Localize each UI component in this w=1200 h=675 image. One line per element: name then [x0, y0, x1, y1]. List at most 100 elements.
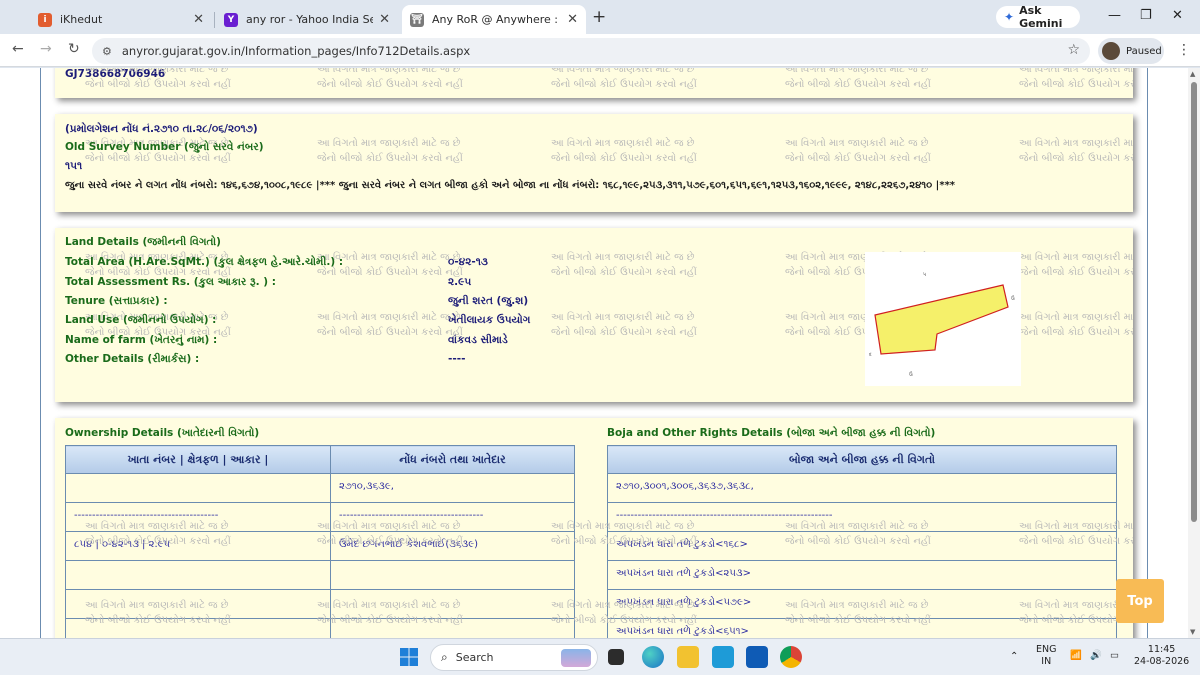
scroll-up-icon[interactable]: ▲ [1190, 70, 1195, 78]
tab-divider [214, 12, 215, 28]
svg-text:ઉ: ઉ [909, 371, 913, 378]
parcel-sketch-icon: પ ઉ દ ઉ [869, 272, 1015, 378]
table-row: અપખંડન ધારા તળે ટુકડો<૧૬૮> [607, 531, 1117, 561]
file-explorer-icon[interactable] [677, 646, 699, 668]
wifi-icon[interactable]: 📶 [1070, 650, 1082, 662]
site-settings-icon[interactable]: ⚙ [102, 45, 112, 58]
minimize-icon[interactable]: — [1108, 8, 1121, 23]
browser-menu-icon[interactable]: ⋮ [1177, 42, 1191, 58]
table-cell: ૨૭૧૦,૩૬૩૯, [330, 473, 575, 503]
taskbar-search-box[interactable]: ⌕ Search [430, 644, 598, 671]
chrome-browser-icon[interactable] [780, 646, 802, 668]
table-cell [65, 618, 331, 638]
land-parcel-map: પ ઉ દ ઉ [865, 252, 1021, 386]
battery-icon[interactable]: ▭ [1110, 650, 1119, 662]
language-indicator[interactable]: ENG IN [1036, 644, 1056, 668]
url-text: anyror.gujarat.gov.in/Information_pages/… [121, 44, 471, 58]
ikhedut-favicon-icon: i [38, 12, 52, 27]
watermark: આ વિગતો માત્ર જાણકારી માટે જ છેજેનો બીજો… [551, 312, 697, 338]
back-arrow-icon[interactable]: ← [12, 41, 24, 57]
gemini-sparkle-icon: ✦ [1004, 10, 1015, 24]
restore-icon[interactable]: ❐ [1140, 8, 1152, 23]
watermark: આ વિગતો માત્ર જાણકારી માટે જ છેજેનો બીજો… [551, 138, 697, 164]
tab-title: any ror - Yahoo India Search Ro [246, 13, 374, 26]
outlook-icon[interactable] [746, 646, 768, 668]
volume-icon[interactable]: 🔊 [1090, 650, 1102, 662]
table-cell: ---------------------------------------- [330, 502, 575, 532]
table-row: અપખંડન ધારા તળે ટુકડો<૨૫૩> [607, 560, 1117, 590]
tab-yahoo-search[interactable]: Y any ror - Yahoo India Search Ro ✕ [216, 5, 398, 34]
watermark: આ વિગતો માત્ર જાણકારી માટે જ છેજેનો બીજો… [551, 252, 697, 278]
profile-status: Paused [1126, 45, 1162, 57]
back-to-top-button[interactable]: Top [1116, 579, 1164, 623]
total-area-value: ૦-૪૨-૧૩ [448, 256, 488, 268]
show-hidden-icons-icon[interactable]: ⌃ [1010, 651, 1018, 663]
tab-title: Any RoR @ Anywhere : [432, 13, 559, 26]
table-row: અપખંડન ધારા તળે ટુકડો<૫૭૯> [607, 589, 1117, 619]
yahoo-favicon-icon: Y [224, 12, 238, 27]
old-survey-label: Old Survey Number (જુનો સરવે નંબર) [65, 141, 264, 153]
watermark: આ વિગતો માત્ર જાણકારી માટે જ છેજેનો બીજો… [317, 68, 463, 90]
close-tab-icon[interactable]: ✕ [567, 12, 578, 27]
close-tab-icon[interactable]: ✕ [379, 12, 390, 27]
assessment-value: ૨.૯૫ [448, 276, 472, 288]
table-row: અપખંડન ધારા તળે ટુકડો<૬૫૧> [607, 618, 1117, 638]
content-frame: GJ738668706946 આ વિગતો માત્ર જાણકારી માટ… [40, 68, 1148, 638]
tab-ikhedut[interactable]: i iKhedut ✕ [30, 5, 212, 34]
column-header-boja: બોજા અને બીજા હક્ક ની વિગતો [607, 445, 1117, 474]
table-cell [65, 560, 331, 590]
column-header-khata: ખાતા નંબર | ક્ષેત્રફળ | આકાર | [65, 445, 331, 474]
table-cell [330, 560, 575, 590]
system-clock[interactable]: 11:45 24-08-2026 [1134, 644, 1189, 668]
scrollbar-thumb[interactable] [1191, 82, 1197, 522]
watermark: આ વિગતો માત્ર જાણકારી માટે જ છેજેનો બીજો… [785, 68, 931, 90]
watermark: આ વિગતો માત્ર જાણકારી માટે જ છેજેનો બીજો… [1019, 312, 1133, 338]
watermark: આ વિગતો માત્ર જાણકારી માટે જ છેજેનો બીજો… [1019, 68, 1133, 90]
table-cell: અપખંડન ધારા તળે ટુકડો<૬૫૧> [607, 618, 1117, 638]
assessment-label: Total Assessment Rs. (કુલ આકાર રૂ. ) : [65, 276, 276, 288]
address-bar[interactable]: ⚙ anyror.gujarat.gov.in/Information_page… [92, 38, 1090, 64]
profile-button[interactable]: Paused [1098, 38, 1164, 64]
forward-arrow-icon[interactable]: → [40, 41, 52, 57]
promulgation-note: (પ્રમોલગેશન નોંધ નં.૨૭૧૦ તા.૨૮/૦૬/૨૦૧૭) [65, 123, 258, 135]
windows-start-icon[interactable] [398, 646, 420, 668]
tab-anyror[interactable]: ⛩ Any RoR @ Anywhere : ✕ [402, 5, 586, 34]
tab-title: iKhedut [60, 13, 103, 26]
edge-browser-icon[interactable] [642, 646, 664, 668]
svg-text:દ: દ [869, 352, 872, 358]
land-details-panel: આ વિગતો માત્ર જાણકારી માટે જ છે જેનો બીજો… [55, 228, 1133, 402]
browser-toolbar: ← → ↻ ⚙ anyror.gujarat.gov.in/Informatio… [0, 34, 1200, 67]
watermark: આ વિગતો માત્ર જાણકારી માટે જ છેજેનો બીજો… [551, 68, 697, 90]
ask-gemini-button[interactable]: ✦ Ask Gemini [996, 4, 1080, 30]
bookmark-star-icon[interactable]: ☆ [1067, 42, 1080, 58]
ask-gemini-label: Ask Gemini [1019, 4, 1063, 30]
close-tab-icon[interactable]: ✕ [193, 12, 204, 27]
table-row: ૨૭૧૦,૩૬૩૯, [65, 473, 575, 503]
table-cell: ----------------------------------------… [607, 502, 1117, 532]
table-cell: અપખંડન ધારા તળે ટુકડો<૧૬૮> [607, 531, 1117, 561]
table-cell [65, 473, 331, 503]
reload-icon[interactable]: ↻ [68, 41, 80, 57]
microsoft-store-icon[interactable] [712, 646, 734, 668]
page-scrollbar[interactable]: ▲ ▼ [1188, 68, 1200, 638]
close-window-icon[interactable]: ✕ [1172, 8, 1183, 23]
search-highlight-icon [561, 649, 591, 667]
task-view-icon[interactable] [608, 649, 624, 665]
land-use-value: ખેતીલાયક ઉપયોગ [448, 314, 531, 326]
tenure-label: Tenure (સત્તાપ્રકાર) : [65, 295, 168, 307]
upin-panel: GJ738668706946 આ વિગતો માત્ર જાણકારી માટ… [55, 68, 1133, 98]
ownership-boja-panel: Ownership Details (ખાતેદારની વિગતો) Boja… [55, 418, 1133, 638]
svg-text:પ: પ [923, 272, 927, 278]
table-row: ૮૫૪ | ૦-૪૨-૧૩ | ૨.૯૫ ઉમેદ છગનભાઈ કેશવભાઈ… [65, 531, 575, 561]
scroll-down-icon[interactable]: ▼ [1190, 628, 1195, 636]
watermark: આ વિગતો માત્ર જાણકારી માટે જ છેજેનો બીજો… [1019, 252, 1133, 278]
table-row: ૨૭૧૦,૩૦૦૧,૩૦૦૬,૩૬૩૭,૩૬૩૮, [607, 473, 1117, 503]
table-header-row: ખાતા નંબર | ક્ષેત્રફળ | આકાર | નોંધ નંબર… [65, 445, 575, 474]
new-tab-button[interactable]: + [592, 7, 606, 27]
total-area-label: Total Area (H.Are.SqMt.) (કુલ ક્ષેત્રફળ … [65, 256, 344, 268]
watermark: આ વિગતો માત્ર જાણકારી માટે જ છેજેનો બીજો… [317, 312, 463, 338]
table-header-row: બોજા અને બીજા હક્ક ની વિગતો [607, 445, 1117, 474]
browser-tab-strip: i iKhedut ✕ Y any ror - Yahoo India Sear… [0, 0, 1200, 34]
svg-text:ઉ: ઉ [1011, 295, 1015, 302]
farm-name-value: વાંકવડ સીમાડે [448, 334, 508, 346]
